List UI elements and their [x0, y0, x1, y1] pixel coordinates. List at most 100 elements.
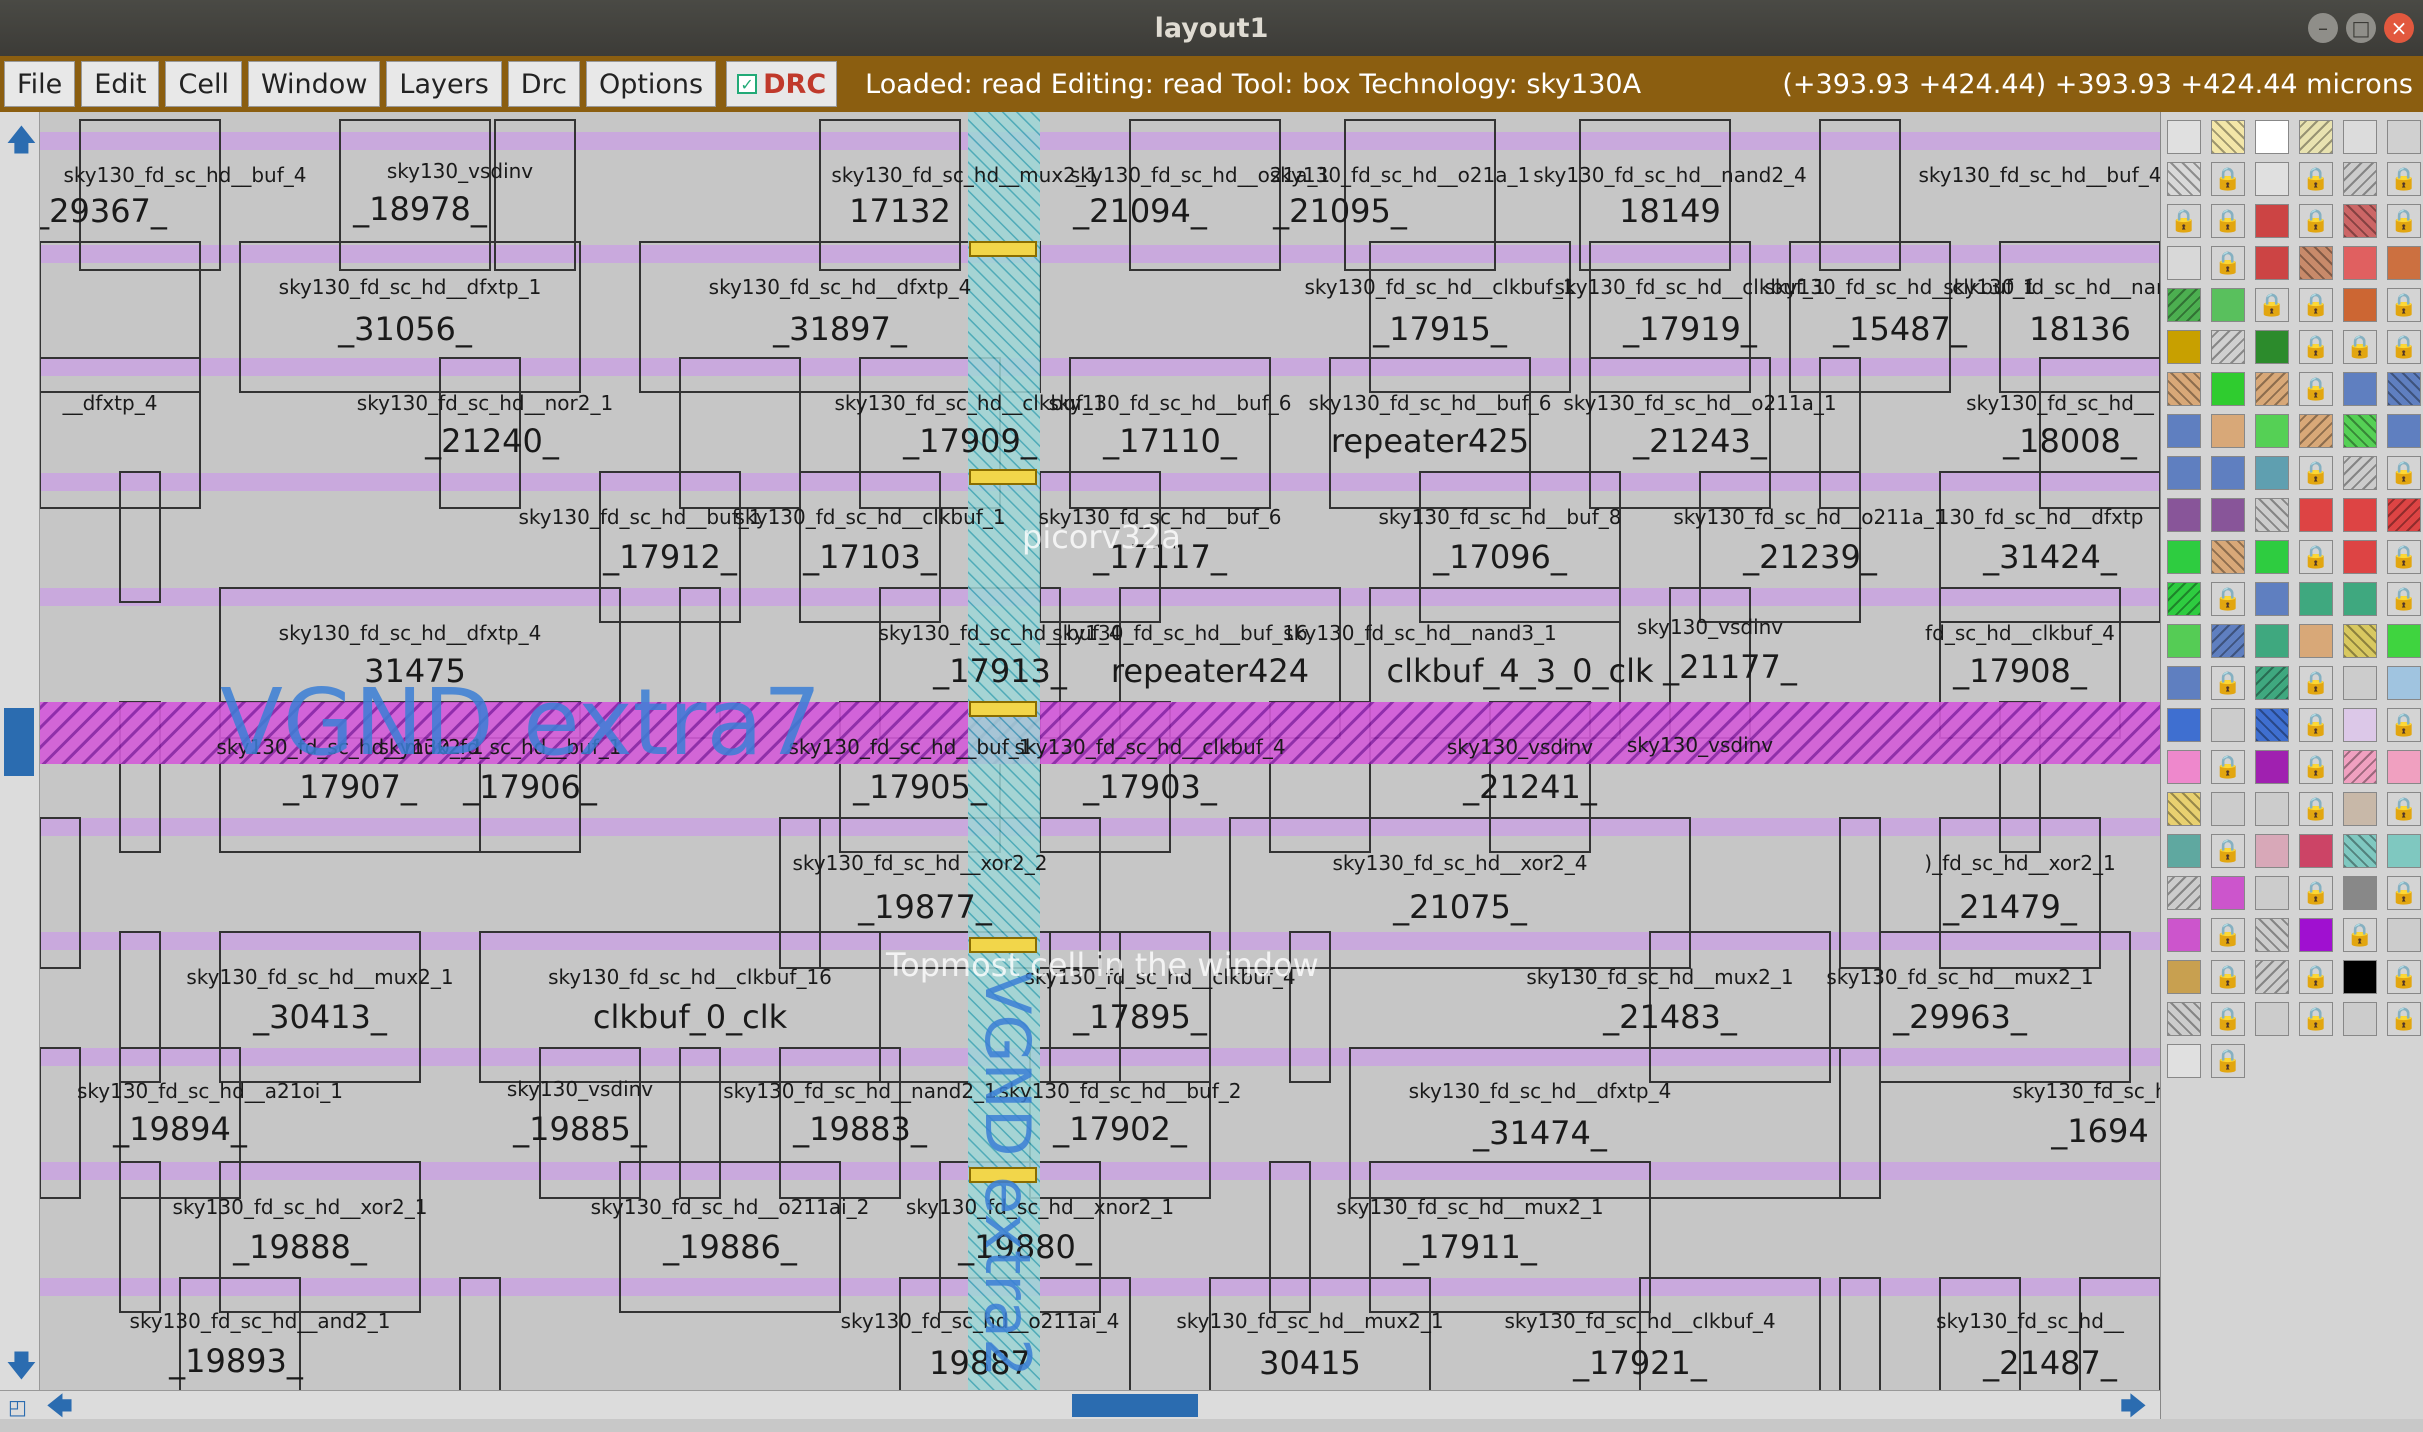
close-button[interactable]: ×: [2384, 13, 2414, 43]
menu-edit[interactable]: Edit: [81, 61, 160, 107]
scroll-left-arrow-icon[interactable]: 🡄: [46, 1388, 73, 1432]
scroll-down-arrow-icon[interactable]: 🡇: [6, 1344, 37, 1395]
layer-swatch[interactable]: [2167, 876, 2201, 910]
lock-icon[interactable]: 🔒: [2299, 792, 2333, 826]
layer-swatch[interactable]: [2211, 414, 2245, 448]
layer-swatch[interactable]: [2255, 456, 2289, 490]
layer-swatch[interactable]: [2387, 246, 2421, 280]
layer-swatch[interactable]: [2299, 834, 2333, 868]
layer-swatch[interactable]: [2255, 708, 2289, 742]
layer-swatch[interactable]: [2255, 666, 2289, 700]
lock-icon[interactable]: 🔒: [2211, 204, 2245, 238]
layer-swatch[interactable]: [2255, 414, 2289, 448]
lock-icon[interactable]: 🔒: [2211, 1002, 2245, 1036]
layer-swatch[interactable]: [2387, 918, 2421, 952]
layer-swatch[interactable]: [2167, 918, 2201, 952]
lock-icon[interactable]: 🔒: [2299, 330, 2333, 364]
lock-icon[interactable]: 🔒: [2387, 288, 2421, 322]
scroll-up-arrow-icon[interactable]: 🡅: [6, 118, 37, 169]
layer-swatch[interactable]: [2343, 372, 2377, 406]
layer-swatch[interactable]: [2343, 960, 2377, 994]
layer-swatch[interactable]: [2343, 792, 2377, 826]
lock-icon[interactable]: 🔒: [2343, 330, 2377, 364]
menu-layers[interactable]: Layers: [386, 61, 502, 107]
layer-swatch[interactable]: [2343, 750, 2377, 784]
layer-swatch[interactable]: [2167, 120, 2201, 154]
maximize-button[interactable]: □: [2346, 13, 2376, 43]
lock-icon[interactable]: 🔒: [2387, 204, 2421, 238]
minimize-button[interactable]: –: [2308, 13, 2338, 43]
lock-icon[interactable]: 🔒: [2299, 204, 2333, 238]
layer-swatch[interactable]: [2387, 414, 2421, 448]
menu-drc[interactable]: Drc: [507, 61, 580, 107]
lock-icon[interactable]: 🔒: [2387, 960, 2421, 994]
layer-swatch[interactable]: [2343, 498, 2377, 532]
layer-swatch[interactable]: [2299, 498, 2333, 532]
lock-icon[interactable]: 🔒: [2299, 372, 2333, 406]
layer-swatch[interactable]: [2255, 246, 2289, 280]
layer-swatch[interactable]: [2255, 624, 2289, 658]
layer-swatch[interactable]: [2167, 498, 2201, 532]
layer-swatch[interactable]: [2343, 456, 2377, 490]
menu-cell[interactable]: Cell: [165, 61, 242, 107]
layer-swatch[interactable]: [2167, 288, 2201, 322]
layer-swatch[interactable]: [2255, 1002, 2289, 1036]
layer-swatch[interactable]: [2211, 330, 2245, 364]
layer-swatch[interactable]: [2343, 162, 2377, 196]
layer-swatch[interactable]: [2343, 540, 2377, 574]
lock-icon[interactable]: 🔒: [2211, 918, 2245, 952]
lock-icon[interactable]: 🔒: [2211, 582, 2245, 616]
layer-swatch[interactable]: [2343, 246, 2377, 280]
layer-swatch[interactable]: [2387, 120, 2421, 154]
lock-icon[interactable]: 🔒: [2299, 666, 2333, 700]
vertical-scroll-thumb[interactable]: [4, 708, 34, 776]
lock-icon[interactable]: 🔒: [2387, 162, 2421, 196]
lock-icon[interactable]: 🔒: [2299, 1002, 2333, 1036]
layer-swatch[interactable]: [2167, 414, 2201, 448]
layer-swatch[interactable]: [2167, 372, 2201, 406]
layer-swatch[interactable]: [2299, 414, 2333, 448]
layer-swatch[interactable]: [2343, 288, 2377, 322]
lock-icon[interactable]: 🔒: [2299, 288, 2333, 322]
lock-icon[interactable]: 🔒: [2387, 456, 2421, 490]
lock-icon[interactable]: 🔒: [2211, 834, 2245, 868]
layer-swatch[interactable]: [2299, 918, 2333, 952]
layer-swatch[interactable]: [2167, 582, 2201, 616]
layer-swatch[interactable]: [2387, 372, 2421, 406]
layer-swatch[interactable]: [2299, 246, 2333, 280]
lock-icon[interactable]: 🔒: [2387, 540, 2421, 574]
scroll-right-arrow-icon[interactable]: 🡆: [2120, 1388, 2147, 1432]
layer-swatch[interactable]: [2255, 540, 2289, 574]
layer-swatch[interactable]: [2255, 750, 2289, 784]
layer-swatch[interactable]: [2255, 204, 2289, 238]
layer-swatch[interactable]: [2167, 540, 2201, 574]
layer-swatch[interactable]: [2343, 1002, 2377, 1036]
layer-swatch[interactable]: [2167, 708, 2201, 742]
lock-icon[interactable]: 🔒: [2211, 162, 2245, 196]
layer-swatch[interactable]: [2255, 372, 2289, 406]
layer-swatch[interactable]: [2211, 876, 2245, 910]
layer-swatch[interactable]: [2299, 120, 2333, 154]
layer-swatch[interactable]: [2387, 750, 2421, 784]
lock-icon[interactable]: 🔒: [2255, 288, 2289, 322]
lock-icon[interactable]: 🔒: [2167, 204, 2201, 238]
lock-icon[interactable]: 🔒: [2299, 162, 2333, 196]
layer-swatch[interactable]: [2343, 876, 2377, 910]
layer-swatch[interactable]: [2167, 624, 2201, 658]
lock-icon[interactable]: 🔒: [2299, 708, 2333, 742]
layer-swatch[interactable]: [2167, 750, 2201, 784]
menu-window[interactable]: Window: [247, 61, 381, 107]
layer-swatch[interactable]: [2343, 624, 2377, 658]
layer-swatch[interactable]: [2343, 120, 2377, 154]
lock-icon[interactable]: 🔒: [2299, 750, 2333, 784]
layer-swatch[interactable]: [2387, 498, 2421, 532]
menu-options[interactable]: Options: [585, 61, 717, 107]
lock-icon[interactable]: 🔒: [2387, 792, 2421, 826]
layer-swatch[interactable]: [2211, 624, 2245, 658]
lock-icon[interactable]: 🔒: [2299, 540, 2333, 574]
lock-icon[interactable]: 🔒: [2211, 1044, 2245, 1078]
lock-icon[interactable]: 🔒: [2387, 876, 2421, 910]
layer-swatch[interactable]: [2343, 414, 2377, 448]
layer-swatch[interactable]: [2255, 960, 2289, 994]
layer-swatch[interactable]: [2167, 162, 2201, 196]
